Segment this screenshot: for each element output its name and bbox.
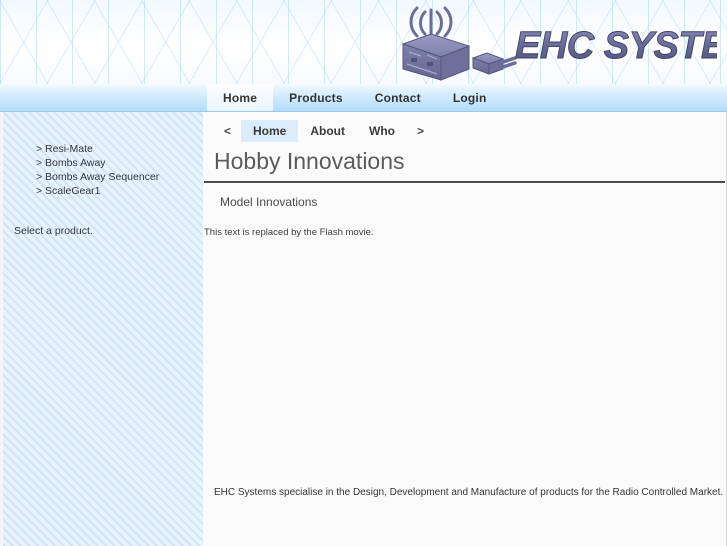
nav-item-contact[interactable]: Contact <box>359 84 437 111</box>
sidebar-item-bombs-away-sequencer[interactable]: > Bombs Away Sequencer <box>36 170 203 184</box>
subnav-item-about[interactable]: About <box>298 120 357 142</box>
page-root: EHC SYSTEMS Home Products Contact Login … <box>0 0 727 546</box>
nav-item-home[interactable]: Home <box>207 84 274 111</box>
subnav-item-who[interactable]: Who <box>357 120 407 142</box>
logo-wordmark: EHC SYSTEMS <box>515 25 717 67</box>
sidebar-item-scalegear1[interactable]: > ScaleGear1 <box>36 184 203 198</box>
main-content: < Home About Who > Hobby Innovations Mod… <box>203 112 727 546</box>
nav-item-login[interactable]: Login <box>437 84 503 111</box>
main-navigation: Home Products Contact Login <box>0 84 727 112</box>
sub-navigation: < Home About Who > <box>203 116 726 146</box>
site-logo[interactable]: EHC SYSTEMS <box>387 2 717 82</box>
subnav-next-arrow[interactable]: > <box>407 120 434 142</box>
subnav-item-home[interactable]: Home <box>241 120 299 142</box>
sidebar-product-list: > Resi-Mate > Bombs Away > Bombs Away Se… <box>3 142 203 198</box>
subnav-prev-arrow[interactable]: < <box>214 120 241 142</box>
sidebar-hint-text: Select a product. <box>14 225 93 237</box>
nav-left-spacer <box>0 84 207 111</box>
sidebar-item-resi-mate[interactable]: > Resi-Mate <box>36 142 203 156</box>
body-row: > Resi-Mate > Bombs Away > Bombs Away Se… <box>0 112 727 546</box>
company-tagline: EHC Systems specialise in the Design, De… <box>214 487 724 498</box>
nav-item-products[interactable]: Products <box>273 84 359 111</box>
page-title: Hobby Innovations <box>214 148 405 174</box>
site-header: EHC SYSTEMS <box>0 0 727 84</box>
sidebar-item-bombs-away[interactable]: > Bombs Away <box>36 156 203 170</box>
flash-placeholder-text: This text is replaced by the Flash movie… <box>204 227 374 238</box>
sidebar: > Resi-Mate > Bombs Away > Bombs Away Se… <box>0 112 203 546</box>
content-subtitle: Model Innovations <box>220 195 318 209</box>
